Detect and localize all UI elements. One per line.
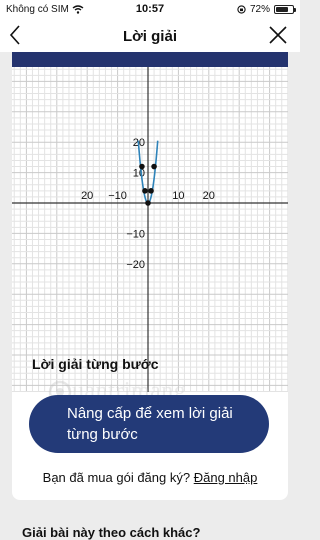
login-prompt: Bạn đã mua gói đăng ký?: [42, 470, 191, 485]
other-method-link[interactable]: Giải bài này theo cách khác?: [22, 525, 200, 540]
status-bar: Không có SIM 10:57 72%: [0, 0, 300, 18]
orientation-lock-icon: [237, 5, 246, 14]
x-tick-label: 20: [81, 190, 93, 202]
login-link[interactable]: Đăng nhập: [194, 470, 258, 485]
y-tick-label: −20: [126, 259, 145, 271]
solution-card: 20 −10 10 20 20 10 −10 −20 uantrimang Lời giải …: [12, 52, 288, 500]
section-title: Lời giải từng bước: [32, 356, 159, 372]
x-tick-label: 20: [203, 190, 215, 202]
graph-point: [151, 163, 157, 170]
graph-point: [139, 163, 145, 170]
battery-percent: 72%: [249, 4, 270, 15]
x-tick-label: −10: [108, 190, 127, 202]
function-graph[interactable]: 20 −10 10 202010−10−20: [12, 67, 288, 392]
page-title: Lời giải: [122, 28, 177, 45]
battery-group: 72%: [237, 4, 296, 15]
close-button[interactable]: [266, 23, 290, 47]
graph-point: [145, 200, 151, 206]
y-tick-label: 10: [133, 168, 145, 180]
login-prompt-row: Bạn đã mua gói đăng ký? Đăng nhập: [12, 470, 288, 485]
nav-bar: Lời giải: [0, 18, 300, 52]
close-icon: [269, 26, 287, 44]
graph-point: [142, 188, 148, 194]
battery-icon: [274, 5, 296, 14]
x-tick-label: 10: [172, 190, 184, 202]
upgrade-button[interactable]: Nâng cấp để xem lời giải từng bước: [29, 395, 269, 453]
graph-header-bar: [12, 52, 288, 67]
y-tick-label: −10: [126, 228, 145, 240]
graph-point: [148, 188, 154, 194]
